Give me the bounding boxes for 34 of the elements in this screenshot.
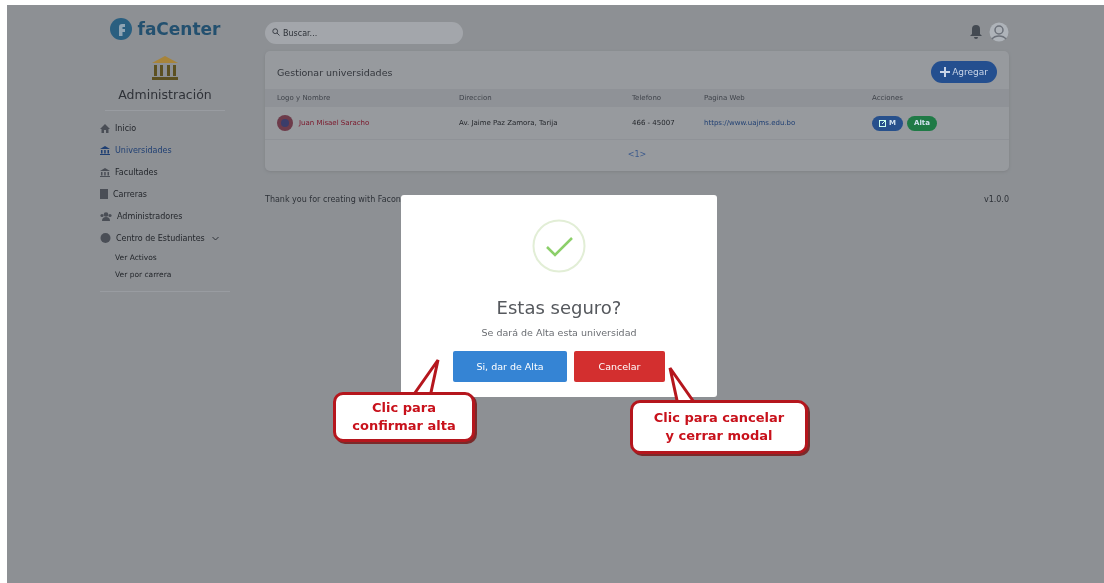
bell-icon[interactable]	[969, 23, 983, 40]
chevron-icon	[211, 235, 219, 241]
sidebar-item[interactable]: Administradores	[100, 205, 230, 227]
card-title: Gestionar universidades	[277, 66, 393, 78]
plus-icon	[940, 67, 951, 77]
sidebar-item[interactable]: Universidades	[100, 139, 230, 161]
logo-placeholder	[277, 115, 293, 131]
section-title: Administración	[105, 87, 225, 111]
add-button[interactable]: Agregar	[931, 61, 997, 83]
sidebar-item[interactable]: Centro de Estudiantes	[100, 227, 230, 249]
dialog-title: Estas seguro?	[496, 297, 622, 318]
users-icon	[100, 211, 112, 221]
confirm-button[interactable]: Si, dar de Alta	[453, 351, 567, 382]
version-text: v1.0.0	[983, 195, 1009, 204]
check-icon	[532, 219, 586, 273]
search-icon	[272, 27, 280, 36]
home-icon	[100, 123, 110, 133]
sidebar-item[interactable]: Inicio	[100, 117, 230, 139]
cancel-button[interactable]: Cancelar	[574, 351, 665, 382]
logo-icon	[109, 17, 134, 41]
search-field[interactable]: Buscar...	[265, 22, 463, 44]
sidebar-item[interactable]: Carreras	[100, 183, 230, 205]
sidebar-item[interactable]: Facultades	[100, 161, 230, 183]
dialog-message: Se dará de Alta esta universidad	[481, 327, 637, 338]
bank-icon	[100, 145, 110, 155]
avatar-icon[interactable]	[989, 21, 1009, 42]
bank-icon	[100, 167, 110, 177]
edit-icon	[879, 119, 887, 127]
brand-name[interactable]: faCenter	[137, 19, 221, 39]
group-icon	[100, 233, 111, 243]
pagination[interactable]: <1>	[627, 150, 647, 159]
building-icon	[100, 189, 108, 199]
footer-text: Thank you for creating with Facon	[265, 195, 401, 204]
bank-icon	[151, 55, 179, 81]
